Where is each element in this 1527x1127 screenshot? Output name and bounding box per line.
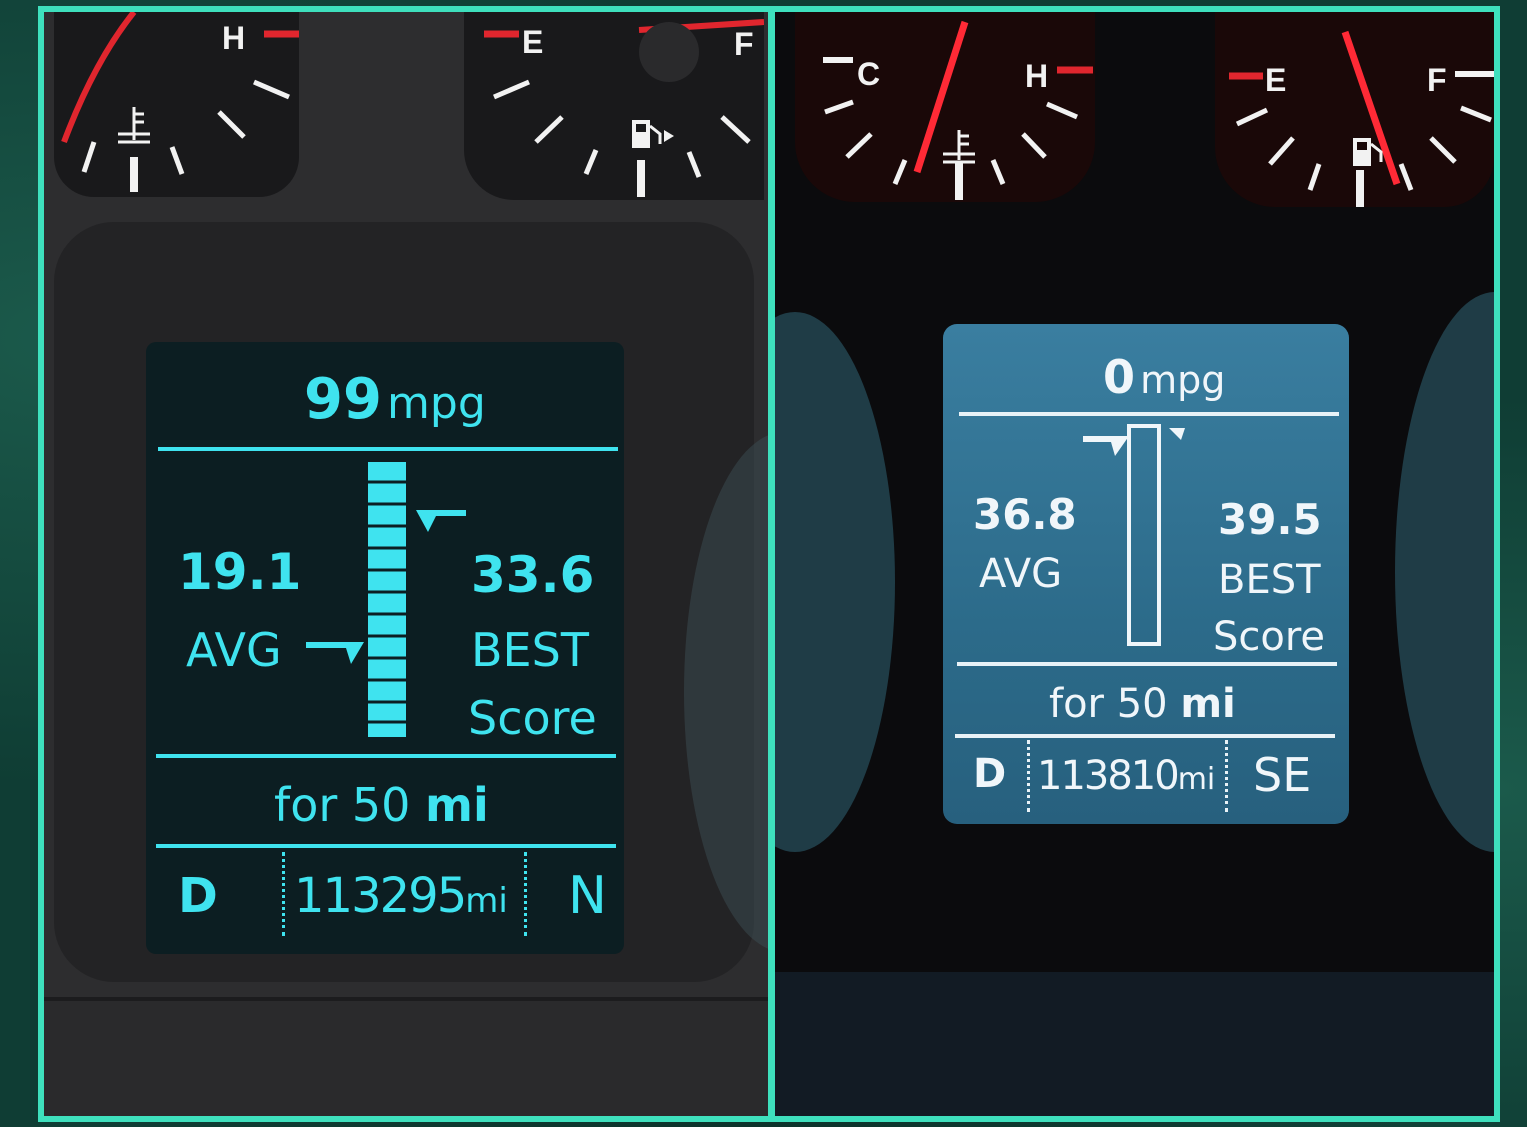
right-best-label: BEST (1218, 557, 1321, 603)
left-fuel-gauge: E F (464, 12, 764, 200)
right-temp-hot-label: H (1025, 58, 1049, 94)
right-avg-marker (1083, 436, 1129, 456)
left-fuel-full-label: F (734, 26, 754, 62)
right-odometer-value: 113810 (1037, 753, 1180, 799)
left-trip-display: 99 mpg 19.1 AVG 33.6 BEST Score for 50 m… (146, 342, 624, 954)
left-photo-panel: H E F 99 mpg 19.1 AVG 33.6 BEST Score fo… (44, 12, 768, 1116)
left-temp-gauge-ticks (61, 12, 299, 192)
right-gear-indicator: D (973, 751, 1007, 797)
left-dash-shelf (44, 997, 768, 1116)
right-fuel-empty-label: E (1265, 62, 1287, 98)
right-fuel-gauge: E F (1215, 12, 1494, 207)
right-score-label: Score (1213, 614, 1326, 660)
right-temp-cold-label: C (857, 56, 881, 92)
left-gear-indicator: D (178, 868, 218, 924)
left-odometer-value: 113295 (294, 868, 467, 924)
left-score-label: Score (468, 691, 597, 745)
left-best-marker (416, 510, 466, 532)
right-divider-middle (957, 662, 1337, 666)
comparison-frame: H E F 99 mpg 19.1 AVG 33.6 BEST Score fo… (38, 6, 1500, 1122)
right-distance-unit: mi (1180, 681, 1236, 727)
right-trip-display: 0 mpg 36.8 AVG 39.5 BEST Score for 50 mi… (943, 324, 1349, 824)
right-left-side-dial (775, 312, 895, 852)
right-status-separator-2 (1225, 740, 1228, 812)
left-odometer: 113295mi (294, 872, 508, 920)
left-temp-hot-label: H (222, 20, 246, 56)
left-temp-gauge: H (54, 12, 299, 197)
fuel-pump-icon (632, 120, 674, 148)
right-coolant-icon (943, 130, 975, 164)
right-odometer-unit: mi (1177, 762, 1216, 797)
right-divider-bottom (955, 734, 1335, 738)
right-compass-heading: SE (1253, 748, 1312, 802)
right-best-marker (1169, 428, 1185, 440)
right-fuel-gauge-ticks (1229, 30, 1494, 207)
left-best-value: 33.6 (471, 546, 595, 604)
left-for-distance: for 50 mi (274, 782, 489, 828)
right-temp-gauge: C H (795, 12, 1095, 202)
right-for-label: for 50 (1049, 681, 1168, 727)
left-compass-heading: N (568, 866, 607, 926)
right-best-value: 39.5 (1218, 495, 1322, 544)
right-fuel-full-label: F (1427, 62, 1447, 98)
right-status-separator-1 (1027, 740, 1030, 812)
left-fuel-empty-label: E (522, 24, 544, 60)
right-photo-panel: C H E F 0 mpg 36.8 AVG 39.5 BEST Score f… (775, 12, 1494, 1116)
right-odometer: 113810mi (1037, 756, 1215, 796)
right-fuel-pump-icon (1353, 138, 1383, 166)
coolant-icon (118, 107, 150, 144)
right-right-side-dial (1395, 292, 1494, 852)
left-divider-bottom (156, 844, 616, 848)
left-status-separator-1 (282, 852, 285, 936)
left-divider-middle (156, 754, 616, 758)
left-status-separator-2 (524, 852, 527, 936)
right-for-distance: for 50 mi (1049, 684, 1236, 724)
left-avg-marker (306, 642, 364, 664)
left-odometer-unit: mi (465, 881, 508, 921)
left-best-label: BEST (471, 623, 589, 677)
right-dash-shelf (775, 972, 1494, 1116)
left-for-label: for 50 (274, 778, 411, 832)
left-fuel-gauge-ticks (484, 19, 764, 197)
left-distance-unit: mi (425, 778, 489, 832)
right-temp-gauge-ticks (823, 20, 1093, 200)
